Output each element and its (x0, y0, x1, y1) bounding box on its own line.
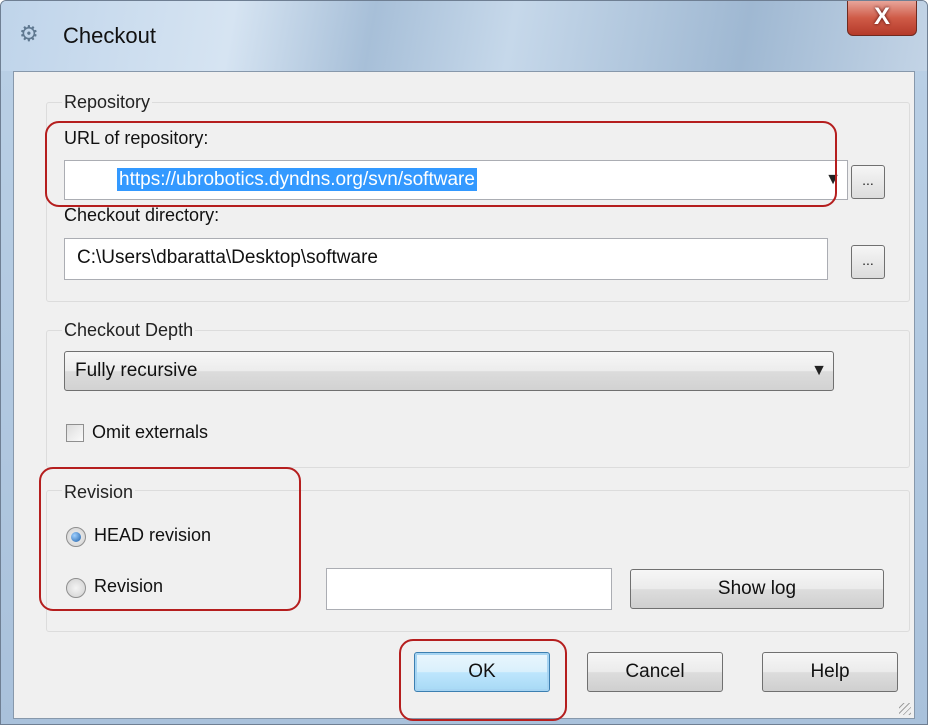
close-button[interactable]: X (847, 1, 917, 36)
revision-highlight-outline (39, 467, 301, 611)
title-bar[interactable]: ⚙ Checkout X (1, 1, 927, 71)
ok-highlight-outline (399, 639, 567, 721)
show-log-button[interactable]: Show log (630, 569, 884, 609)
checkout-window: ⚙ Checkout X Repository URL of repositor… (0, 0, 928, 725)
url-highlight-outline (45, 121, 837, 207)
resize-grip[interactable] (899, 703, 911, 715)
chevron-down-icon[interactable]: ▼ (811, 362, 827, 380)
checkout-directory-label: Checkout directory: (64, 205, 220, 225)
repository-group-label: Repository (62, 92, 153, 113)
checkout-depth-label: Checkout Depth (62, 320, 196, 341)
checkout-directory-value: C:\Users\dbaratta\Desktop\software (77, 247, 378, 268)
checkout-directory-input[interactable]: C:\Users\dbaratta\Desktop\software (64, 238, 828, 280)
omit-externals-label: Omit externals (92, 422, 209, 442)
checkout-depth-dropdown[interactable]: Fully recursive ▼ (64, 351, 834, 391)
cancel-button[interactable]: Cancel (587, 652, 723, 692)
window-title: Checkout (63, 23, 156, 48)
browse-directory-button[interactable]: ... (851, 245, 885, 279)
revision-input[interactable] (326, 568, 612, 610)
help-button[interactable]: Help (762, 652, 898, 692)
browse-url-button[interactable]: ... (851, 165, 885, 199)
omit-externals-checkbox[interactable] (66, 424, 84, 442)
checkout-depth-value: Fully recursive (75, 360, 198, 381)
tortoise-svn-icon: ⚙ (19, 21, 39, 46)
